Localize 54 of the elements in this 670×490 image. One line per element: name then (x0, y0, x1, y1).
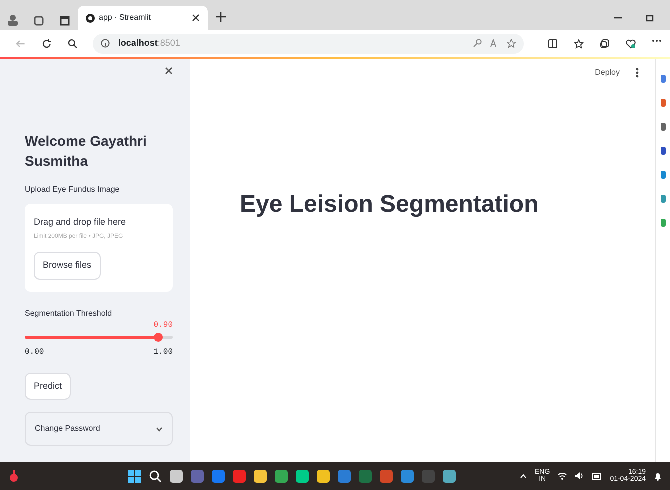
refresh-icon[interactable] (42, 38, 52, 48)
restore-icon[interactable] (646, 14, 654, 22)
app-icon[interactable] (296, 470, 309, 482)
more-icon[interactable] (636, 68, 639, 78)
battery-icon[interactable] (592, 472, 602, 480)
slider-value: 0.90 (152, 320, 173, 332)
app-icon[interactable] (275, 470, 288, 482)
slider-min: 0.00 (25, 346, 44, 359)
close-icon[interactable] (192, 14, 200, 22)
expander-label: Change Password (35, 423, 100, 436)
wifi-icon[interactable] (558, 472, 568, 480)
browse-files-button[interactable]: Browse files (34, 252, 101, 280)
close-icon[interactable] (165, 67, 173, 75)
collections-icon[interactable] (600, 38, 610, 48)
split-screen-icon[interactable] (548, 38, 558, 48)
search-icon[interactable] (68, 38, 78, 48)
expander-header[interactable]: Change Password (25, 412, 173, 446)
sidebar-heading: Welcome Gayathri Susmitha (25, 132, 148, 172)
dropzone-title: Drag and drop file here (34, 216, 128, 229)
page-title: Eye Leision Segmentation (240, 190, 540, 220)
app-icon[interactable] (317, 470, 330, 482)
bell-icon[interactable] (654, 472, 662, 480)
app-icon[interactable] (401, 470, 414, 482)
star-icon[interactable] (507, 39, 516, 48)
search-icon[interactable] (149, 470, 162, 482)
tab-title: app · Streamlit (99, 12, 152, 24)
app-icon[interactable] (443, 470, 456, 482)
heart-icon[interactable] (626, 38, 636, 48)
read-aloud-icon[interactable] (490, 39, 499, 48)
upload-label: Upload Eye Fundus Image (25, 184, 121, 196)
slider-label: Segmentation Threshold (25, 308, 114, 320)
info-icon (101, 39, 110, 48)
streamlit-icon (86, 14, 95, 22)
workspaces-icon[interactable] (34, 16, 44, 26)
slider-max: 1.00 (154, 346, 173, 359)
deploy-button[interactable]: Deploy (595, 67, 620, 79)
app-icon[interactable] (170, 470, 183, 482)
new-tab-icon[interactable] (216, 12, 226, 22)
address-field[interactable]: localhost:8501 (93, 34, 524, 54)
volume-icon[interactable] (575, 472, 584, 480)
chevron-icon (156, 426, 163, 432)
url-text: localhost:8501 (118, 36, 180, 50)
browser-tab[interactable]: app · Streamlit (78, 6, 208, 30)
more-icon[interactable] (652, 38, 662, 42)
windows-icon[interactable] (128, 470, 141, 482)
chevron-icon[interactable] (520, 474, 528, 478)
app-icon[interactable] (660, 147, 666, 155)
slider-thumb[interactable] (154, 332, 164, 342)
app-icon[interactable] (254, 470, 267, 482)
tab-actions-icon[interactable] (60, 16, 70, 26)
favorites-icon[interactable] (574, 38, 584, 48)
predict-button[interactable]: Predict (25, 372, 72, 400)
app-icon[interactable] (660, 123, 666, 131)
profile-icon[interactable] (8, 15, 18, 26)
